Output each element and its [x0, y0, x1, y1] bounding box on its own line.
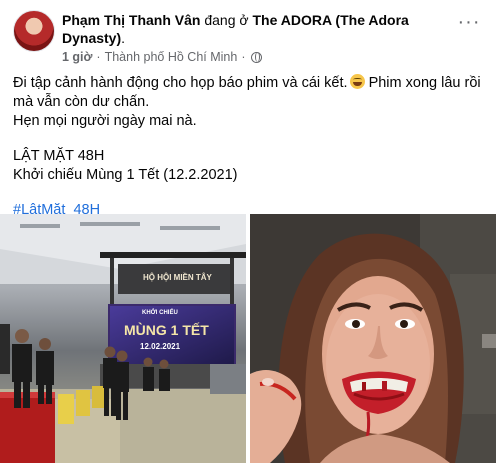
screen-text-line-3: 12.02.2021 [140, 342, 181, 351]
author-name[interactable]: Phạm Thị Thanh Vân [62, 12, 200, 28]
meta-separator: · [96, 50, 101, 64]
globe-icon[interactable] [251, 51, 263, 63]
hall-sign-text: HỘ HỘI MIỀN TÂY [143, 273, 212, 282]
author-avatar[interactable] [13, 10, 55, 52]
grinning-sweat-emoji-icon [349, 74, 365, 89]
post-city[interactable]: Thành phố Hồ Chí Minh [105, 49, 238, 65]
screen-text-line-2: MÙNG 1 TẾT [124, 322, 209, 338]
post-header: Phạm Thị Thanh Vân đang ở The ADORA (The… [62, 11, 452, 47]
meta-separator-2: · [241, 50, 246, 64]
post-text-line-2: Hẹn mọi người ngày mai nà. [13, 113, 197, 129]
post-text-line-3: LẬT MẶT 48H [13, 148, 105, 164]
selfie-illustration [250, 214, 496, 463]
post-text-line-1: Đi tập cảnh hành động cho họp báo phim v… [13, 75, 348, 91]
post-text-line-4: Khởi chiếu Mùng 1 Tết (12.2.2021) [13, 167, 238, 183]
screen-text-line-1: KHỞI CHIẾU [142, 310, 178, 316]
photo-left[interactable]: HỘ HỘI MIỀN TÂY KHỞI CHIẾU MÙNG 1 TẾT 12… [0, 214, 246, 463]
post-text-paragraph-1: Đi tập cảnh hành động cho họp báo phim v… [13, 74, 483, 112]
post-timestamp[interactable]: 1 giờ [62, 49, 92, 65]
photo-right[interactable] [250, 214, 496, 463]
post-body-text: Đi tập cảnh hành động cho họp báo phim v… [13, 74, 483, 220]
post-meta: 1 giờ · Thành phố Hồ Chí Minh · [62, 49, 263, 65]
more-options-button[interactable]: ··· [455, 12, 483, 36]
event-hall-illustration [0, 214, 246, 463]
post-card: Phạm Thị Thanh Vân đang ở The ADORA (The… [0, 0, 496, 463]
location-suffix: . [121, 30, 126, 46]
checkin-prefix: đang ở [204, 12, 249, 28]
